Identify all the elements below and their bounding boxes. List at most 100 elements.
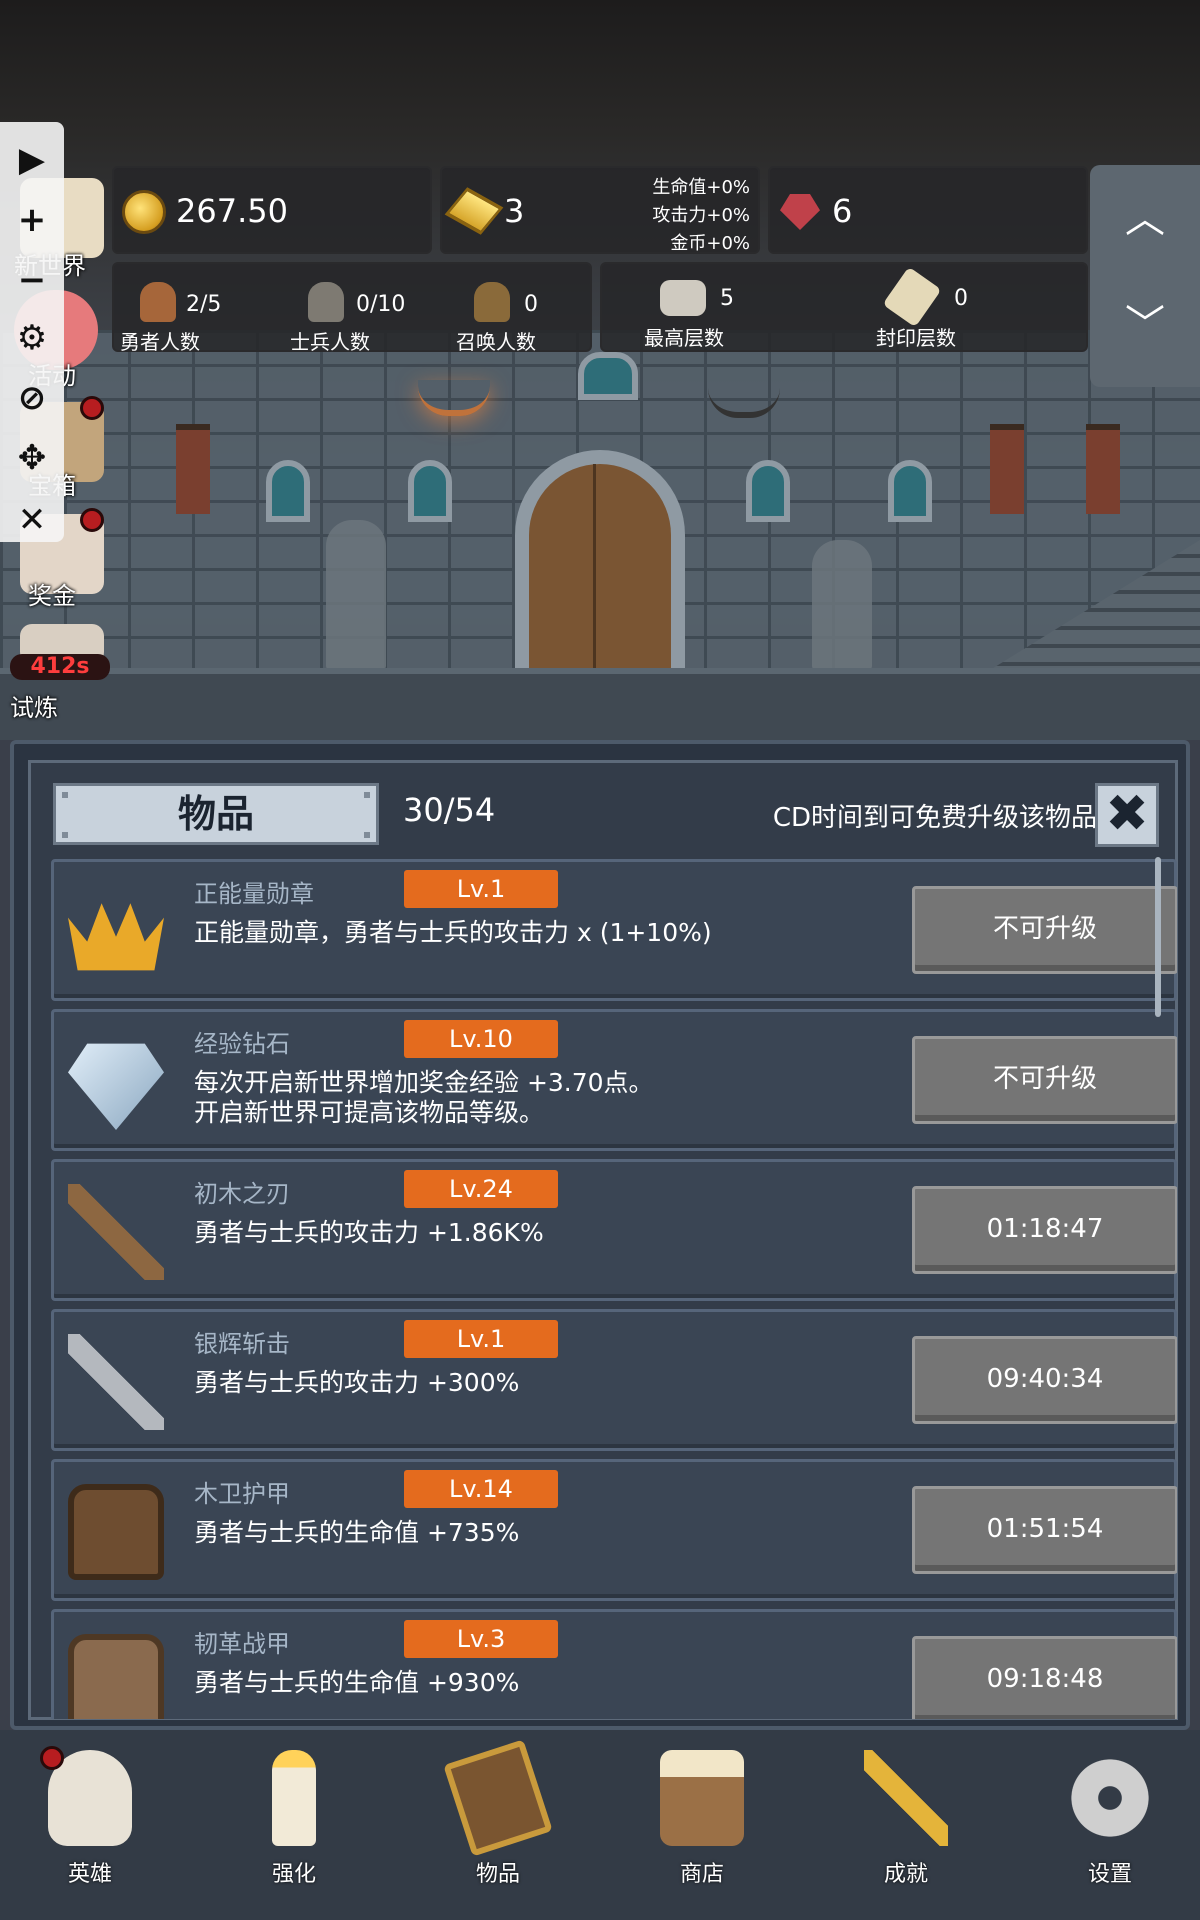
item-name: 经验钻石	[194, 1030, 290, 1058]
overlay-controls: ▶ + − ⚙ ⊘ ✥ ✕	[0, 122, 64, 542]
buff-gold: 金币+0%	[670, 233, 750, 254]
notification-dot	[80, 508, 104, 532]
buff-attack: 攻击力+0%	[652, 205, 750, 226]
nav-shop[interactable]: 商店	[642, 1750, 762, 1900]
cd-hint: CD时间到可免费升级该物品	[772, 803, 1097, 833]
leather-armor-icon	[68, 1634, 164, 1719]
banner	[176, 424, 210, 514]
level-badge: Lv.24	[404, 1170, 558, 1208]
banner	[1086, 424, 1120, 514]
book-icon	[443, 1739, 553, 1857]
list-item: 正能量勋章 Lv.1 正能量勋章，勇者与士兵的攻击力 x (1+10%) 不可升…	[51, 859, 1177, 1001]
nav-label: 设置	[1087, 1862, 1132, 1887]
hide-icon[interactable]: ⊘	[12, 378, 52, 418]
upgrade-button[interactable]: 不可升级	[912, 1036, 1177, 1124]
notification-dot	[40, 1746, 64, 1770]
minus-icon[interactable]: −	[12, 260, 52, 300]
dungeon-door[interactable]	[515, 450, 685, 672]
key-icon	[864, 1750, 948, 1846]
settings-gear-icon[interactable]: ⚙	[12, 318, 52, 358]
knight-statue	[326, 520, 386, 670]
wooden-sword-icon	[68, 1184, 164, 1280]
floor	[0, 668, 1200, 740]
nav-label: 成就	[883, 1862, 928, 1887]
item-count: 30/54	[403, 791, 496, 829]
item-description: 每次开启新世界增加奖金经验 +3.70点。 开启新世界可提高该物品等级。	[194, 1068, 654, 1127]
floor-switcher: ︿ ﹀	[1090, 165, 1200, 387]
upgrade-timer-button[interactable]: 09:18:48	[912, 1636, 1177, 1719]
level-badge: Lv.1	[404, 870, 558, 908]
chevron-up-icon[interactable]: ︿	[1121, 195, 1169, 243]
stone-icon	[660, 280, 706, 316]
scrollbar[interactable]	[1155, 857, 1161, 1017]
buff-list: 生命值+0% 攻击力+0% 金币+0%	[620, 174, 750, 258]
tab-items[interactable]: 物品	[53, 783, 379, 845]
upgrade-timer-button[interactable]: 01:18:47	[912, 1186, 1177, 1274]
side-label-bonus[interactable]: 奖金	[28, 576, 76, 611]
sealed-floor-label: 封印层数	[876, 326, 956, 350]
soldier-portrait-icon	[308, 282, 344, 322]
nav-label: 物品	[475, 1862, 520, 1887]
side-label-trial[interactable]: 试炼	[10, 688, 58, 723]
nav-label: 英雄	[67, 1862, 112, 1887]
item-description: 勇者与士兵的生命值 +930%	[194, 1668, 520, 1697]
item-description: 勇者与士兵的攻击力 +1.86K%	[194, 1218, 544, 1247]
play-icon[interactable]: ▶	[12, 140, 52, 180]
move-icon[interactable]: ✥	[12, 438, 52, 478]
window	[408, 460, 452, 522]
nav-items[interactable]: 物品	[438, 1739, 558, 1900]
list-item: 银辉斩击 Lv.1 勇者与士兵的攻击力 +300% 09:40:34	[51, 1309, 1177, 1451]
hero-count-label: 勇者人数	[120, 330, 200, 354]
item-name: 银辉斩击	[194, 1330, 290, 1358]
summon-count-label: 召唤人数	[456, 330, 536, 354]
knight-statue	[812, 540, 872, 670]
wooden-armor-icon	[68, 1484, 164, 1580]
level-badge: Lv.3	[404, 1620, 558, 1658]
window	[266, 460, 310, 522]
trial-timer: 412s	[10, 654, 110, 680]
level-badge: Lv.1	[404, 1320, 558, 1358]
item-name: 正能量勋章	[194, 880, 314, 908]
mug-icon	[660, 1750, 744, 1846]
item-list[interactable]: 正能量勋章 Lv.1 正能量勋章，勇者与士兵的攻击力 x (1+10%) 不可升…	[51, 859, 1177, 1719]
plus-icon[interactable]: +	[12, 200, 52, 240]
gold-bar-value: 3	[504, 192, 525, 230]
upgrade-button[interactable]: 不可升级	[912, 886, 1177, 974]
summon-portrait-icon	[474, 282, 510, 322]
item-description: 正能量勋章，勇者与士兵的攻击力 x (1+10%)	[194, 918, 712, 947]
gem-value: 6	[832, 192, 853, 230]
hero-count: 2/5	[186, 292, 222, 317]
medal-icon	[68, 903, 164, 971]
nav-enhance[interactable]: 强化	[234, 1750, 354, 1900]
items-panel-inner: 物品 30/54 CD时间到可免费升级该物品 ✖ 正能量勋章 Lv.1 正能量勋…	[28, 760, 1178, 1720]
nav-heroes[interactable]: 英雄	[30, 1746, 150, 1900]
item-name: 木卫护甲	[194, 1480, 290, 1508]
chevron-down-icon[interactable]: ﹀	[1121, 301, 1169, 349]
banner	[990, 424, 1024, 514]
list-item: 初木之刃 Lv.24 勇者与士兵的攻击力 +1.86K% 01:18:47	[51, 1159, 1177, 1301]
dungeon-scene	[0, 0, 1200, 740]
item-description: 勇者与士兵的攻击力 +300%	[194, 1368, 520, 1397]
list-item: 韧革战甲 Lv.3 勇者与士兵的生命值 +930% 09:18:48	[51, 1609, 1177, 1719]
list-item: 经验钻石 Lv.10 每次开启新世界增加奖金经验 +3.70点。 开启新世界可提…	[51, 1009, 1177, 1151]
nav-achievements[interactable]: 成就	[846, 1750, 966, 1900]
max-floor-label: 最高层数	[644, 326, 724, 350]
close-icon[interactable]: ✕	[12, 500, 52, 540]
gear-icon	[1068, 1750, 1152, 1846]
summon-count: 0	[524, 292, 538, 317]
item-description: 勇者与士兵的生命值 +735%	[194, 1518, 520, 1547]
upgrade-timer-button[interactable]: 09:40:34	[912, 1336, 1177, 1424]
upgrade-timer-button[interactable]: 01:51:54	[912, 1486, 1177, 1574]
diamond-icon	[68, 1043, 164, 1130]
item-name: 韧革战甲	[194, 1630, 290, 1658]
items-panel: 物品 30/54 CD时间到可免费升级该物品 ✖ 正能量勋章 Lv.1 正能量勋…	[10, 740, 1190, 1730]
level-badge: Lv.10	[404, 1020, 558, 1058]
close-button[interactable]: ✖	[1095, 783, 1159, 847]
bottom-nav: 英雄 强化 物品 商店 成就 设置	[0, 1730, 1200, 1920]
max-floor: 5	[720, 286, 734, 311]
nav-settings[interactable]: 设置	[1050, 1750, 1170, 1900]
nav-label: 强化	[271, 1862, 316, 1887]
list-item: 木卫护甲 Lv.14 勇者与士兵的生命值 +735% 01:51:54	[51, 1459, 1177, 1601]
gold-coin-icon	[122, 190, 166, 234]
nav-label: 商店	[679, 1862, 724, 1887]
